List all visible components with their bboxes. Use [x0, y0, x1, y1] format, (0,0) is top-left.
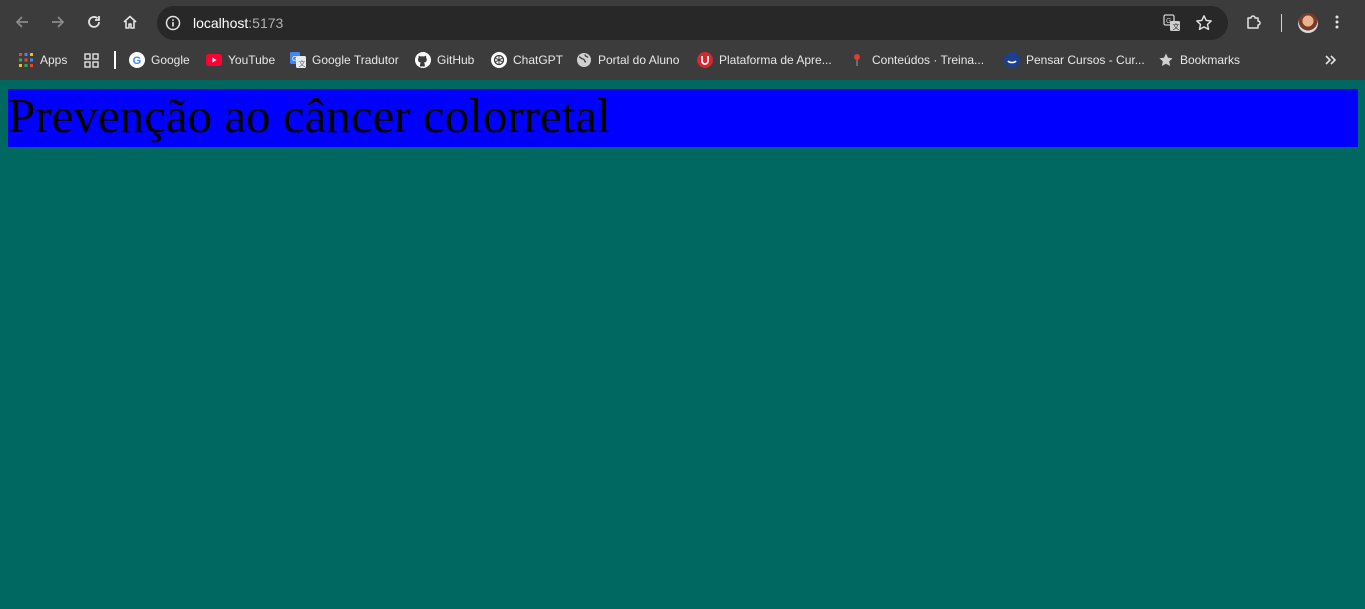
bookmark-github[interactable]: GitHub	[415, 51, 474, 69]
url-host: localhost	[193, 15, 249, 31]
bookmark-apps[interactable]: Apps	[18, 51, 67, 69]
star-icon	[1158, 52, 1174, 68]
reload-icon	[88, 16, 100, 28]
back-button[interactable]	[8, 8, 36, 36]
home-button[interactable]	[116, 8, 144, 36]
bookmarks-folder[interactable]: Bookmarks	[1158, 51, 1240, 69]
svg-text:G: G	[133, 55, 142, 67]
translate-page-button[interactable]: G文	[1161, 13, 1183, 33]
bookmark-chatgpt[interactable]: ChatGPT	[491, 51, 563, 69]
bookmark-google[interactable]: G Google	[129, 51, 190, 69]
github-icon	[415, 52, 431, 68]
page-viewport: Prevenção ao câncer colorretal	[0, 80, 1365, 609]
bookmark-google-tradutor[interactable]: G文 Google Tradutor	[290, 51, 399, 69]
bookmark-star-button[interactable]	[1193, 13, 1215, 33]
svg-text:G: G	[292, 56, 297, 63]
bookmark-pensar-cursos[interactable]: Pensar Cursos - Cur...	[1004, 51, 1145, 69]
bookmark-label: Conteúdos · Treina...	[872, 53, 985, 67]
forward-button[interactable]	[44, 8, 72, 36]
bookmark-label: ChatGPT	[513, 53, 564, 67]
bookmarks-divider	[114, 51, 116, 69]
bookmark-label: Portal do Aluno	[598, 53, 680, 67]
bookmark-label: GitHub	[437, 53, 475, 67]
url-text: localhost:5173	[193, 15, 283, 31]
browser-toolbar: localhost:5173 G文	[0, 0, 1365, 46]
youtube-icon	[206, 52, 222, 68]
bookmark-label: Pensar Cursos - Cur...	[1026, 53, 1145, 67]
translate-icon: G文	[1163, 14, 1180, 31]
bookmarks-bar: Apps G Google YouTube G文 Google Tradutor…	[0, 46, 1365, 74]
bookmark-label: Plataforma de Apre...	[719, 53, 832, 67]
bookmark-portal-do-aluno[interactable]: Portal do Aluno	[576, 51, 679, 69]
extensions-button[interactable]	[1240, 8, 1268, 36]
more-bookmarks-button[interactable]	[1322, 51, 1344, 69]
address-bar[interactable]: localhost:5173 G文	[157, 6, 1228, 40]
reload-button[interactable]	[80, 8, 108, 36]
forward-arrow-icon	[52, 16, 65, 28]
chatgpt-icon	[491, 52, 507, 68]
globe-icon	[576, 52, 592, 68]
bookmark-label: Apps	[40, 53, 68, 67]
svg-text:文: 文	[299, 59, 306, 68]
profile-avatar[interactable]	[1298, 13, 1318, 33]
google-icon: G	[129, 52, 145, 68]
tab-groups-button[interactable]	[83, 51, 105, 69]
svg-text:G: G	[1166, 18, 1171, 25]
bookmark-label: Google	[151, 53, 190, 67]
bookmark-plataforma[interactable]: Plataforma de Apre...	[697, 51, 832, 69]
grid-icon	[83, 52, 99, 68]
bookmark-label: YouTube	[228, 53, 276, 67]
bookmark-label: Google Tradutor	[312, 53, 399, 67]
bookmark-youtube[interactable]: YouTube	[206, 51, 275, 69]
back-arrow-icon	[15, 16, 28, 28]
kebab-menu-icon	[1335, 15, 1339, 29]
home-icon	[123, 15, 137, 29]
pensar-icon	[1004, 52, 1020, 68]
site-info-icon[interactable]	[165, 15, 181, 31]
google-translate-icon: G文	[290, 52, 306, 68]
apps-grid-icon	[18, 52, 34, 68]
page-title: Prevenção ao câncer colorretal	[8, 88, 611, 143]
url-port: :5173	[248, 15, 284, 31]
shield-u-icon	[697, 52, 713, 68]
toolbar-divider	[1281, 14, 1282, 32]
puzzle-icon	[1247, 15, 1261, 29]
chevron-double-right-icon	[1322, 52, 1338, 68]
pin-icon	[850, 52, 866, 68]
svg-text:文: 文	[1173, 22, 1180, 31]
star-outline-icon	[1196, 15, 1212, 31]
bookmark-label: Bookmarks	[1180, 53, 1241, 67]
page-header-banner: Prevenção ao câncer colorretal	[8, 88, 1358, 147]
bookmark-conteudos[interactable]: Conteúdos · Treina...	[850, 51, 984, 69]
menu-button[interactable]	[1323, 8, 1351, 36]
